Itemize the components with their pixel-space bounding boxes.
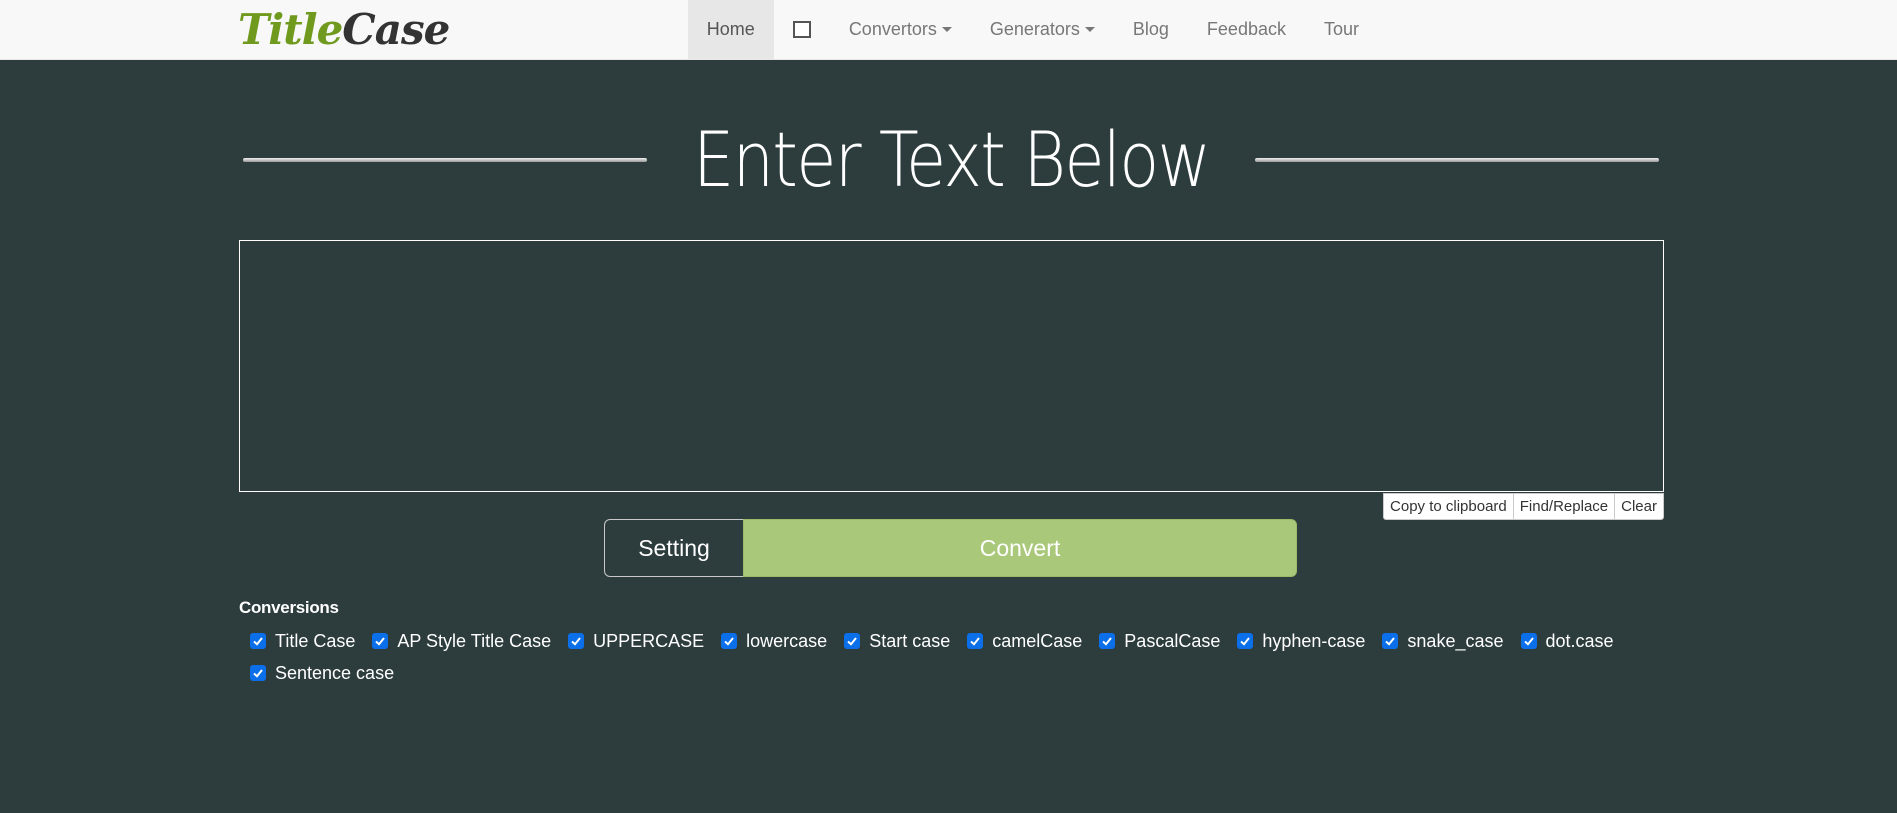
nav-home[interactable]: Home (687, 0, 774, 59)
conversion-label: Start case (869, 630, 951, 651)
conversion-label: Sentence case (275, 662, 395, 683)
nav-blog-label: Blog (1132, 19, 1169, 39)
conversions-list: Title Case AP Style Title Case UPPERCASE… (250, 628, 1680, 686)
conversion-label: PascalCase (1124, 630, 1221, 651)
nav-generators[interactable]: Generators (971, 0, 1114, 59)
caret-down-icon (941, 27, 952, 32)
clear-button[interactable]: Clear (1615, 494, 1663, 519)
checkbox-checked-icon[interactable] (250, 633, 266, 649)
heading-divider-right (1255, 158, 1659, 162)
checkbox-checked-icon[interactable] (1099, 633, 1116, 649)
logo[interactable]: TitleCase (238, 4, 450, 54)
conversion-label: snake_case (1407, 630, 1504, 651)
checkbox-checked-icon[interactable] (1520, 633, 1537, 649)
checkbox-square-icon (792, 21, 811, 38)
conversion-label: camelCase (992, 630, 1083, 651)
logo-title-part: Title (238, 5, 343, 54)
conversion-camel-case[interactable]: camelCase (967, 628, 1082, 654)
checkbox-checked-icon[interactable] (372, 633, 389, 649)
page-heading: Enter Text Below (692, 115, 1211, 204)
logo-case-part: Case (342, 5, 450, 54)
checkbox-checked-icon[interactable] (1237, 633, 1254, 649)
nav-convertors[interactable]: Convertors (830, 0, 971, 59)
checkbox-checked-icon[interactable] (967, 633, 984, 649)
heading-divider-left (243, 158, 647, 162)
nav-tour-label: Tour (1323, 19, 1359, 39)
nav-feedback-label: Feedback (1206, 19, 1286, 39)
checkbox-checked-icon[interactable] (1382, 633, 1399, 649)
nav-generators-label: Generators (989, 19, 1080, 39)
conversion-dot-case[interactable]: dot.case (1520, 628, 1614, 654)
conversion-label: hyphen-case (1262, 630, 1366, 651)
setting-button[interactable]: Setting (604, 519, 744, 577)
checkbox-checked-icon[interactable] (250, 665, 266, 681)
conversion-start-case[interactable]: Start case (844, 628, 950, 654)
conversion-label: dot.case (1545, 630, 1614, 651)
copy-to-clipboard-button[interactable]: Copy to clipboard (1384, 494, 1514, 519)
nav-tour[interactable]: Tour (1305, 0, 1378, 59)
convert-button[interactable]: Convert (743, 519, 1297, 577)
conversion-hyphen-case[interactable]: hyphen-case (1237, 628, 1365, 654)
navbar: TitleCase Home Convertors Generators Blo… (0, 0, 1897, 60)
checkbox-checked-icon[interactable] (721, 633, 738, 649)
conversion-label: AP Style Title Case (397, 630, 552, 651)
conversion-label: UPPERCASE (593, 630, 705, 651)
conversion-label: lowercase (746, 630, 828, 651)
heading-row: Enter Text Below (243, 110, 1659, 210)
caret-down-icon (1084, 27, 1095, 32)
conversion-sentence-case[interactable]: Sentence case (250, 660, 394, 686)
nav-blog[interactable]: Blog (1114, 0, 1188, 59)
nav-convertors-label: Convertors (848, 19, 937, 39)
nav-menu: Home Convertors Generators Blog Feedback… (687, 0, 1378, 59)
conversion-pascal-case[interactable]: PascalCase (1099, 628, 1220, 654)
checkbox-checked-icon[interactable] (844, 633, 861, 649)
nav-home-label: Home (706, 19, 755, 39)
conversions-title: Conversions (239, 598, 339, 617)
conversion-lowercase[interactable]: lowercase (721, 628, 827, 654)
nav-checkbox-toggle[interactable] (774, 0, 830, 59)
conversion-snake-case[interactable]: snake_case (1382, 628, 1504, 654)
conversion-uppercase[interactable]: UPPERCASE (568, 628, 704, 654)
checkbox-checked-icon[interactable] (568, 633, 585, 649)
find-replace-button[interactable]: Find/Replace (1514, 494, 1616, 519)
text-input[interactable] (239, 240, 1664, 492)
conversion-title-case[interactable]: Title Case (250, 628, 355, 654)
nav-feedback[interactable]: Feedback (1188, 0, 1305, 59)
text-tools: Copy to clipboard Find/Replace Clear (1383, 493, 1664, 520)
conversion-ap-style-title-case[interactable]: AP Style Title Case (372, 628, 551, 654)
conversion-label: Title Case (275, 630, 356, 651)
